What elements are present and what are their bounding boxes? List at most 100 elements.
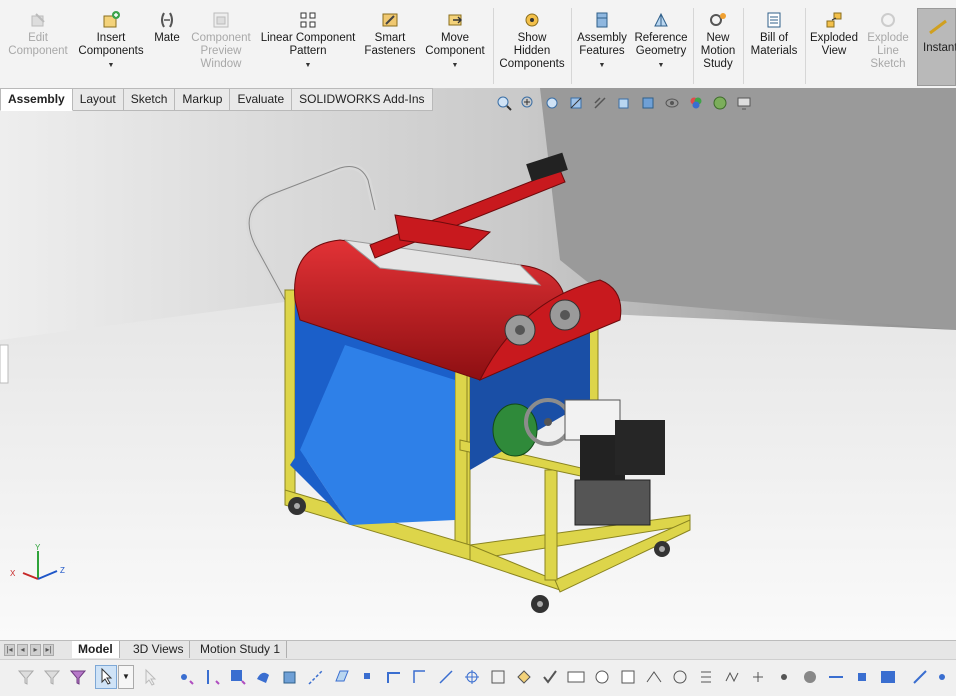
tab-sketch[interactable]: Sketch xyxy=(123,88,176,111)
prev-tab-icon[interactable]: ◂ xyxy=(17,644,28,656)
next-tab-icon[interactable]: ▸ xyxy=(30,644,41,656)
reference-geometry-button[interactable]: Reference Geometry ▼ xyxy=(632,10,690,72)
z-axis-label: Z xyxy=(60,566,65,575)
instant3d-button[interactable]: Instant xyxy=(917,8,956,86)
move-component-button[interactable]: Move Component ▼ xyxy=(422,10,488,72)
filter-balloons-icon[interactable] xyxy=(592,667,612,687)
filter-mesh-vertices-icon[interactable] xyxy=(932,667,952,687)
filter-surface-finish-icon[interactable] xyxy=(514,667,534,687)
smart-fasteners-icon xyxy=(382,13,398,27)
filter-axes-icon[interactable] xyxy=(306,667,326,687)
explode-line-sketch-icon xyxy=(881,13,895,27)
mate-button[interactable]: Mate xyxy=(150,10,184,45)
assembly-features-button[interactable]: Assembly Features ▼ xyxy=(574,10,630,72)
tab-model[interactable]: Model xyxy=(72,641,120,658)
new-motion-study-button[interactable]: New Motion Study xyxy=(696,10,740,71)
filter-surfaces-icon[interactable] xyxy=(254,667,274,687)
select-tool-button[interactable] xyxy=(95,665,117,689)
filter-vertices-icon[interactable] xyxy=(176,667,196,687)
graphics-area[interactable]: Y X Z xyxy=(0,88,956,640)
filter-planes-icon[interactable] xyxy=(332,667,352,687)
view-orientation-icon[interactable] xyxy=(614,94,634,112)
edit-component-button[interactable]: Edit Component xyxy=(6,10,70,58)
zoom-to-fit-icon[interactable] xyxy=(494,94,514,112)
command-manager-tabs: Assembly Layout Sketch Markup Evaluate S… xyxy=(0,88,433,111)
filter-toggle-icon[interactable] xyxy=(42,667,62,687)
assembly-model-render xyxy=(0,88,956,640)
apply-scene-icon[interactable] xyxy=(710,94,730,112)
linear-pattern-icon xyxy=(300,12,316,28)
display-style-icon[interactable] xyxy=(638,94,658,112)
first-tab-icon[interactable]: |◂ xyxy=(4,644,15,656)
mate-icon xyxy=(161,12,173,28)
filter-sketch-icon[interactable] xyxy=(384,667,404,687)
ribbon-separator xyxy=(571,8,572,84)
chevron-down-icon[interactable]: ▼ xyxy=(305,59,312,72)
select-other-icon[interactable] xyxy=(140,667,160,687)
bill-of-materials-button[interactable]: Bill of Materials xyxy=(746,10,802,58)
show-hidden-components-button[interactable]: Show Hidden Components xyxy=(497,10,567,71)
ribbon-separator xyxy=(693,8,694,84)
ribbon-separator xyxy=(743,8,744,84)
filter-datum-targets-icon[interactable] xyxy=(670,667,690,687)
move-component-icon xyxy=(448,14,462,26)
filter-clear-icon[interactable] xyxy=(68,667,88,687)
chevron-down-icon[interactable]: ▼ xyxy=(658,59,665,72)
zoom-area-icon[interactable] xyxy=(518,94,538,112)
section-view-icon[interactable] xyxy=(566,94,586,112)
filter-mate-references-icon[interactable] xyxy=(852,667,872,687)
explode-line-sketch-button[interactable]: Explode Line Sketch xyxy=(862,10,914,71)
instant3d-icon xyxy=(929,19,947,35)
edit-appearance-icon[interactable] xyxy=(686,94,706,112)
view-settings-icon[interactable] xyxy=(734,94,754,112)
tab-3d-views[interactable]: 3D Views xyxy=(127,641,191,658)
assembly-features-icon xyxy=(596,12,608,28)
tab-markup[interactable]: Markup xyxy=(175,88,231,111)
filter-connection-points-icon[interactable] xyxy=(774,667,794,687)
smart-fasteners-button[interactable]: Smart Fasteners xyxy=(362,10,418,58)
tab-evaluate[interactable]: Evaluate xyxy=(230,88,293,111)
filter-dowel-pins-icon[interactable] xyxy=(748,667,768,687)
chevron-down-icon[interactable]: ▼ xyxy=(599,59,606,72)
filter-points-icon[interactable] xyxy=(358,667,378,687)
tab-addins[interactable]: SOLIDWORKS Add-Ins xyxy=(292,88,433,111)
hide-show-items-icon[interactable] xyxy=(662,94,682,112)
filter-midpoints-icon[interactable] xyxy=(436,667,456,687)
filter-blocks-icon[interactable] xyxy=(722,667,742,687)
filter-silhouette-edges-icon[interactable] xyxy=(826,667,846,687)
tab-assembly[interactable]: Assembly xyxy=(0,88,73,111)
heads-up-view-toolbar xyxy=(494,94,754,112)
coordinate-triad: Y X Z xyxy=(10,543,65,580)
filter-geometric-tolerance-icon[interactable] xyxy=(540,667,560,687)
filter-center-marks-icon[interactable] xyxy=(462,667,482,687)
exploded-view-button[interactable]: Exploded View xyxy=(808,10,860,58)
z-axis-arrow xyxy=(37,570,58,580)
reference-geometry-icon xyxy=(654,12,668,27)
chevron-down-icon[interactable]: ▼ xyxy=(452,59,459,72)
filter-weld-symbols-icon[interactable] xyxy=(644,667,664,687)
linear-component-pattern-button[interactable]: Linear Component Pattern ▼ xyxy=(258,10,358,72)
edit-component-icon xyxy=(31,13,45,27)
tab-motion-study-1[interactable]: Motion Study 1 xyxy=(194,641,288,658)
filter-icon[interactable] xyxy=(16,667,36,687)
chevron-down-icon[interactable]: ▼ xyxy=(118,665,134,689)
filter-sketch-segments-icon[interactable] xyxy=(410,667,430,687)
filter-faces-icon[interactable] xyxy=(228,667,248,687)
previous-view-icon[interactable] xyxy=(542,94,562,112)
filter-mesh-edges-icon[interactable] xyxy=(910,667,930,687)
tab-layout[interactable]: Layout xyxy=(72,88,124,111)
filter-cosmetic-threads-icon[interactable] xyxy=(696,667,716,687)
dynamic-annotation-icon[interactable] xyxy=(590,94,610,112)
filter-edges-icon[interactable] xyxy=(202,667,222,687)
filter-routing-points-icon[interactable] xyxy=(800,667,820,687)
component-preview-window-button[interactable]: Component Preview Window xyxy=(186,10,256,71)
chevron-down-icon[interactable]: ▼ xyxy=(108,59,115,72)
insert-components-button[interactable]: Insert Components ▼ xyxy=(76,10,146,72)
filter-mesh-facets-icon[interactable] xyxy=(878,667,898,687)
bill-of-materials-icon xyxy=(767,12,781,28)
filter-dimensions-icon[interactable] xyxy=(488,667,508,687)
filter-datum-features-icon[interactable] xyxy=(618,667,638,687)
filter-notes-icon[interactable] xyxy=(566,667,586,687)
filter-solids-icon[interactable] xyxy=(280,667,300,687)
last-tab-icon[interactable]: ▸| xyxy=(43,644,54,656)
